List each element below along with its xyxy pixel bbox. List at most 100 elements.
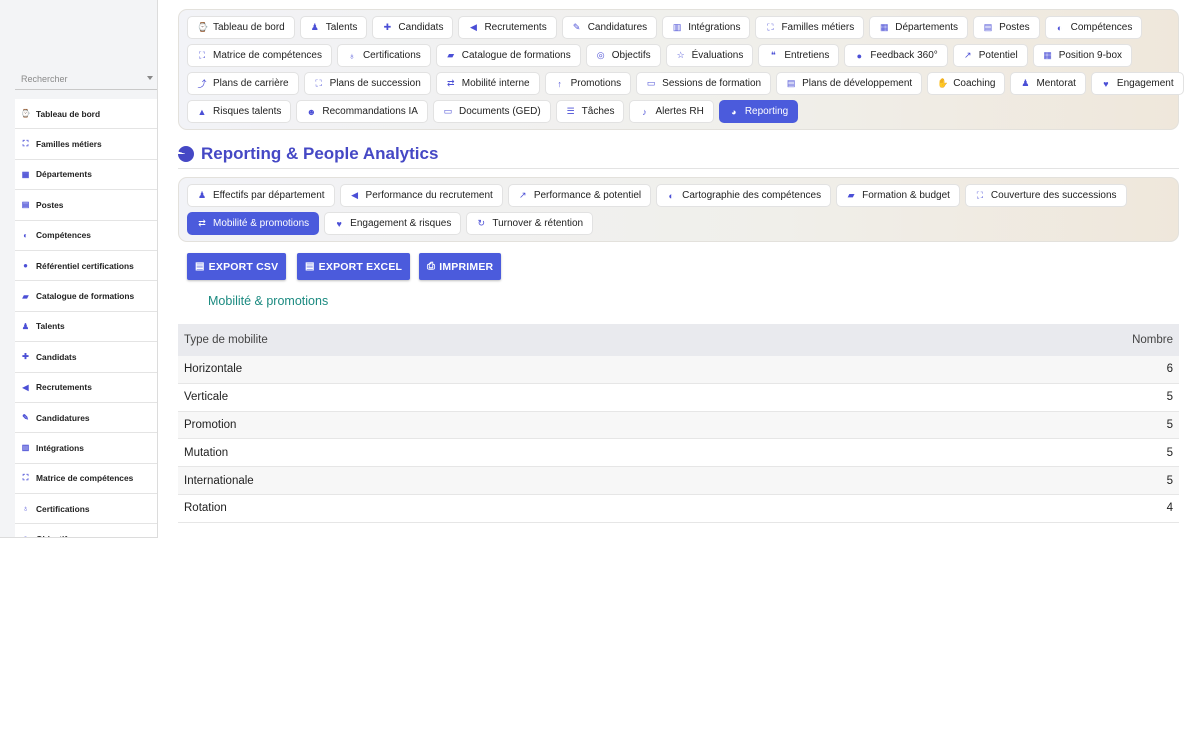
export-csv-button[interactable]: ▤ EXPORT CSV	[187, 253, 287, 280]
nav-tab-postes[interactable]: ▤ Postes	[973, 16, 1040, 39]
sidebar-item-tableau-de-bord[interactable]: ⌚ Tableau de bord	[15, 99, 157, 130]
sidebar-item-integrations[interactable]: ▥ Intégrations	[15, 433, 157, 464]
nav-tab-mobilite-interne[interactable]: ⇄ Mobilité interne	[435, 72, 540, 95]
nav-tab-label: Plans de succession	[329, 78, 421, 89]
sessions-de-formation-icon: ▭	[646, 78, 656, 88]
nav-tab-position-9-box[interactable]: ▦ Position 9-box	[1032, 44, 1133, 67]
report-tab-effectifs-par-departement[interactable]: ♟ Effectifs par département	[187, 184, 335, 207]
sidebar-item-recrutements[interactable]: ◀ Recrutements	[15, 373, 157, 403]
nav-tab-tableau-de-bord[interactable]: ⌚ Tableau de bord	[187, 16, 295, 39]
report-tab-label: Effectifs par département	[213, 190, 325, 201]
nav-tab-plans-de-carriere[interactable]: ⤴ Plans de carrière	[187, 72, 299, 95]
sidebar-search-select[interactable]: Rechercher	[15, 68, 157, 90]
nav-tab-integrations[interactable]: ▥ Intégrations	[662, 16, 751, 39]
nav-tab-evaluations[interactable]: ☆ Évaluations	[665, 44, 754, 67]
report-tab-performance-potentiel[interactable]: ↗ Performance & potentiel	[507, 184, 652, 207]
nav-tab-plans-de-developpement[interactable]: ▤ Plans de développement	[776, 72, 923, 95]
nav-tab-familles-metiers[interactable]: ⛶ Familles métiers	[755, 16, 865, 39]
documents-ged-icon: ▭	[443, 106, 453, 116]
sidebar-item-catalogue-de-formations[interactable]: ▰ Catalogue de formations	[15, 281, 157, 312]
report-tab-formation-budget[interactable]: ▰ Formation & budget	[836, 184, 960, 207]
sidebar-item-matrice-de-competences[interactable]: ⛶ Matrice de compétences	[15, 464, 157, 495]
nav-tab-label: Candidatures	[587, 22, 648, 33]
reporting-icon: ◕	[731, 106, 737, 117]
nav-tab-entretiens[interactable]: ❝ Entretiens	[758, 44, 840, 67]
nav-tab-reporting[interactable]: ◕ Reporting	[718, 100, 799, 123]
nav-tab-candidats[interactable]: ✚ Candidats	[372, 16, 454, 39]
nav-tab-label: Catalogue de formations	[461, 50, 571, 61]
sidebar-item-referentiel-certifications[interactable]: ● Référentiel certifications	[15, 251, 157, 282]
matrice-de-competences-icon: ⛶	[22, 473, 29, 483]
nav-tab-engagement[interactable]: ♥ Engagement	[1090, 72, 1184, 95]
nav-tab-mentorat[interactable]: ♟ Mentorat	[1010, 72, 1086, 95]
sidebar-item-label: Candidatures	[36, 412, 90, 423]
recrutements-icon: ◀	[22, 382, 29, 392]
nav-tab-feedback-360[interactable]: ● Feedback 360°	[844, 44, 948, 67]
risques-talents-icon: ▲	[197, 106, 207, 117]
nav-tab-risques-talents[interactable]: ▲ Risques talents	[187, 100, 292, 123]
report-tab-engagement-risques[interactable]: ♥ Engagement & risques	[324, 212, 462, 235]
page-title-text: Reporting & People Analytics	[201, 144, 439, 163]
nav-tab-catalogue-de-formations[interactable]: ▰ Catalogue de formations	[435, 44, 581, 67]
column-header-count: Nombre	[1132, 334, 1173, 346]
nav-tab-documents-ged[interactable]: ▭ Documents (GED)	[432, 100, 551, 123]
sidebar-item-certifications[interactable]: ♁ Certifications	[15, 494, 157, 525]
nav-tab-coaching[interactable]: ✋ Coaching	[927, 72, 1006, 95]
nav-tab-competences[interactable]: ◐ Compétences	[1044, 16, 1143, 39]
table-row: Promotion 5	[178, 411, 1179, 440]
nav-tab-label: Engagement	[1116, 78, 1174, 89]
print-button[interactable]: ⎙ IMPRIMER	[419, 253, 502, 280]
report-tab-couverture-des-successions[interactable]: ⛶ Couverture des successions	[964, 184, 1127, 207]
export-excel-button[interactable]: ▤ EXPORT EXCEL	[297, 253, 411, 280]
report-tab-turnover-retention[interactable]: ↻ Turnover & rétention	[466, 212, 594, 235]
nav-tab-plans-de-succession[interactable]: ⛶ Plans de succession	[303, 72, 431, 95]
sidebar-item-label: Tableau de bord	[36, 108, 101, 119]
couverture-des-successions-icon: ⛶	[976, 190, 984, 200]
entretiens-icon: ❝	[770, 50, 776, 60]
nav-tab-recommandations-ia[interactable]: ☻ Recommandations IA	[296, 100, 428, 123]
sidebar-item-postes[interactable]: ▤ Postes	[15, 190, 157, 221]
mobility-table: Type de mobilite Nombre Horizontale 6 Vert…	[178, 324, 1179, 523]
report-tab-mobilite-promotions[interactable]: ⇄ Mobilité & promotions	[187, 212, 320, 235]
tableau-de-bord-icon: ⌚	[20, 109, 31, 119]
taches-icon: ☰	[566, 106, 575, 116]
evaluations-icon: ☆	[676, 50, 685, 60]
nav-tab-matrice-de-competences[interactable]: ⛶ Matrice de compétences	[187, 44, 332, 67]
plans-de-succession-icon: ⛶	[315, 78, 322, 88]
cartographie-des-competences-icon: ◐	[668, 190, 674, 201]
turnover-retention-icon: ↻	[477, 218, 486, 228]
nav-tab-label: Postes	[999, 22, 1030, 33]
nav-tab-label: Feedback 360°	[870, 50, 938, 61]
nav-tab-recrutements[interactable]: ◀ Recrutements	[458, 16, 557, 39]
nav-tab-label: Plans de développement	[802, 78, 913, 89]
nav-tab-objectifs[interactable]: ◎ Objectifs	[585, 44, 661, 67]
nav-tab-taches[interactable]: ☰ Tâches	[555, 100, 625, 123]
sidebar-item-talents[interactable]: ♟ Talents	[15, 312, 157, 343]
report-tab-label: Performance & potentiel	[533, 190, 642, 201]
nav-tab-departements[interactable]: ▦ Départements	[869, 16, 969, 39]
sidebar-item-label: Compétences	[36, 230, 91, 241]
nav-tab-candidatures[interactable]: ✎ Candidatures	[561, 16, 658, 39]
nav-tab-certifications[interactable]: ♁ Certifications	[336, 44, 431, 67]
sidebar-item-label: Postes	[36, 199, 64, 210]
sidebar-item-objectifs[interactable]: ◎ Objectifs	[15, 524, 157, 537]
sidebar-item-familles-metiers[interactable]: ⛶ Familles métiers	[15, 129, 157, 160]
cell-type: Horizontale	[184, 363, 243, 376]
cell-type: Mutation	[184, 446, 229, 459]
sidebar-item-departements[interactable]: ▦ Départements	[15, 160, 157, 191]
sidebar-item-competences[interactable]: ◐ Compétences	[15, 221, 157, 251]
report-tab-label: Engagement & risques	[350, 218, 452, 229]
file-icon: ▤	[305, 261, 315, 272]
nav-tab-potentiel[interactable]: ↗ Potentiel	[952, 44, 1028, 67]
nav-tab-alertes-rh[interactable]: ♪ Alertes RH	[629, 100, 714, 123]
nav-tab-talents[interactable]: ♟ Talents	[299, 16, 368, 39]
sidebar-item-candidats[interactable]: ✚ Candidats	[15, 342, 157, 373]
sidebar-item-label: Objectifs	[36, 534, 72, 537]
nav-tab-promotions[interactable]: ↑ Promotions	[544, 72, 632, 95]
talents-icon: ♟	[21, 321, 30, 331]
sidebar-item-candidatures[interactable]: ✎ Candidatures	[15, 403, 157, 434]
report-tab-performance-du-recrutement[interactable]: ◀ Performance du recrutement	[339, 184, 503, 207]
report-tab-cartographie-des-competences[interactable]: ◐ Cartographie des compétences	[656, 184, 832, 207]
plans-de-developpement-icon: ▤	[786, 78, 796, 88]
nav-tab-sessions-de-formation[interactable]: ▭ Sessions de formation	[636, 72, 772, 95]
